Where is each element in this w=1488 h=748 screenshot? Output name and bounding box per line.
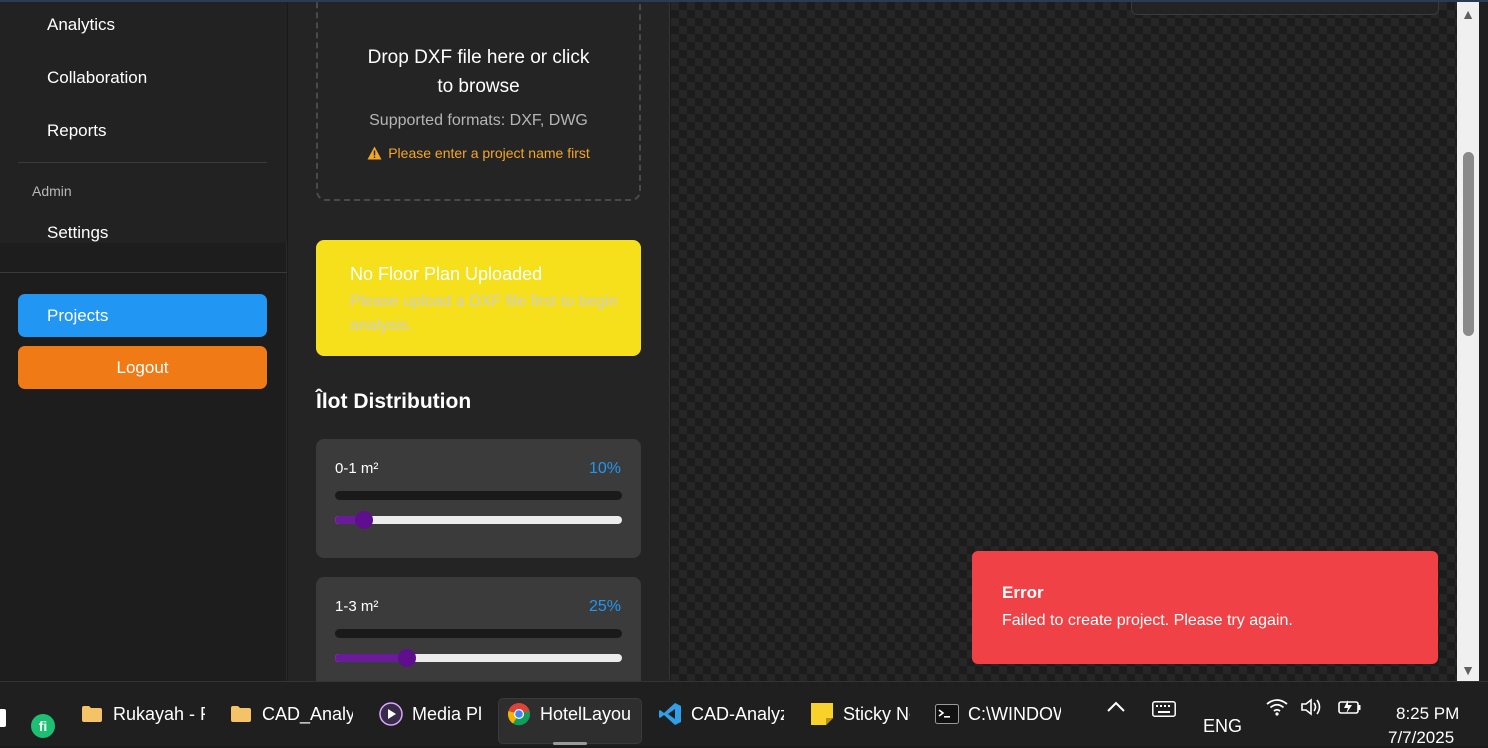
taskbar-edge-icon (0, 709, 6, 727)
distribution-bar (335, 629, 622, 638)
slider-thumb[interactable] (397, 649, 416, 667)
distribution-card: 1-3 m² 25% (316, 577, 641, 681)
folder-icon (80, 702, 104, 726)
slider-fill (335, 654, 407, 662)
toast-message: Failed to create project. Please try aga… (1002, 612, 1293, 629)
taskbar-app-cad-folder[interactable]: CAD_Analyz (229, 696, 353, 732)
notice-title: No Floor Plan Uploaded (350, 264, 543, 284)
warning-icon (367, 146, 382, 163)
app-label: Rukayah - F (113, 703, 205, 724)
language-indicator[interactable]: ENG (1203, 716, 1242, 737)
sidebar: Analytics Collaboration Reports Admin Se… (0, 2, 287, 681)
percent-value: 25% (588, 598, 621, 615)
dropzone-title: Drop DXF file here or click to browse (367, 47, 590, 97)
notice-body: Please upload a DXF file first to begin … (350, 293, 618, 334)
range-label: 1-3 m² (335, 598, 379, 615)
nav-divider (18, 162, 267, 163)
chrome-icon (507, 702, 531, 726)
app-label: CAD-Analyz (691, 703, 784, 724)
distribution-slider[interactable] (335, 649, 622, 667)
terminal-icon (935, 702, 959, 726)
ilot-distribution-heading: Îlot Distribution (316, 390, 472, 413)
sidebar-nav: Analytics Collaboration Reports Admin Se… (0, 2, 287, 243)
scroll-down-arrow-icon[interactable]: ▼ (1457, 662, 1479, 681)
vscode-icon (658, 702, 682, 726)
active-app-indicator (553, 742, 587, 745)
app-label: C:\WINDOW (968, 703, 1061, 724)
taskbar-app-chrome[interactable]: HotelLayou (507, 696, 633, 732)
sidebar-item-settings[interactable]: Settings (47, 223, 108, 243)
clock-date[interactable]: 7/7/2025 (1388, 728, 1454, 748)
distribution-bar (335, 491, 622, 500)
toast-title: Error (1002, 583, 1044, 602)
app-label: Media Pl (412, 703, 482, 724)
logout-button[interactable]: Logout (18, 346, 267, 389)
scroll-thumb[interactable] (1463, 152, 1474, 336)
range-label: 0-1 m² (335, 460, 379, 477)
distribution-slider[interactable] (335, 511, 622, 529)
app-label: HotelLayou (540, 703, 632, 724)
taskbar-app-vscode[interactable]: CAD-Analyz (658, 696, 784, 732)
project-name-warning: Please enter a project name first (318, 145, 639, 163)
dropzone-formats: Supported formats: DXF, DWG (369, 112, 588, 129)
page-scrollbar[interactable]: ▲ ▼ (1457, 2, 1479, 681)
sidebar-item-analytics[interactable]: Analytics (47, 15, 115, 35)
admin-section-label: Admin (32, 183, 72, 199)
projects-button[interactable]: Projects (18, 294, 267, 337)
dxf-dropzone[interactable]: Drop DXF file here or click to browse Su… (316, 2, 641, 201)
sidebar-item-collaboration[interactable]: Collaboration (47, 68, 147, 88)
taskbar-app-media-player[interactable]: Media Pl (379, 696, 482, 732)
slider-thumb[interactable] (354, 511, 373, 529)
sidebar-separator (0, 272, 287, 273)
control-panel: Drop DXF file here or click to browse Su… (288, 2, 670, 681)
wifi-icon[interactable] (1266, 698, 1288, 721)
percent-value: 10% (588, 460, 621, 477)
distribution-card: 0-1 m² 10% (316, 439, 641, 558)
sidebar-item-reports[interactable]: Reports (47, 121, 107, 141)
clock-time[interactable]: 8:25 PM (1396, 704, 1459, 724)
sticky-notes-icon (810, 702, 834, 726)
volume-icon[interactable] (1300, 698, 1324, 721)
app-label: CAD_Analyz (262, 703, 353, 724)
media-player-icon (379, 702, 403, 726)
fiverr-icon[interactable]: fi (31, 714, 55, 738)
keyboard-icon[interactable] (1152, 701, 1176, 722)
app-label: Sticky No (843, 703, 910, 724)
folder-icon (229, 702, 253, 726)
browser-viewport: Analytics Collaboration Reports Admin Se… (0, 0, 1488, 681)
scroll-up-arrow-icon[interactable]: ▲ (1457, 6, 1479, 26)
window-edge (1479, 2, 1488, 681)
taskbar-app-terminal[interactable]: C:\WINDOW (935, 696, 1061, 732)
error-toast[interactable]: Error Failed to create project. Please t… (972, 551, 1438, 664)
warning-text: Please enter a project name first (388, 145, 590, 161)
chevron-up-icon[interactable] (1106, 698, 1126, 719)
taskbar-app-rukayah[interactable]: Rukayah - F (80, 696, 205, 732)
no-floorplan-notice: No Floor Plan Uploaded Please upload a D… (316, 240, 641, 356)
taskbar: fi Rukayah - F CAD_Analyz Media Pl Hotel… (0, 681, 1488, 748)
canvas-toolbar (1131, 2, 1439, 15)
taskbar-app-sticky-notes[interactable]: Sticky No (810, 696, 910, 732)
battery-icon[interactable] (1336, 699, 1362, 720)
